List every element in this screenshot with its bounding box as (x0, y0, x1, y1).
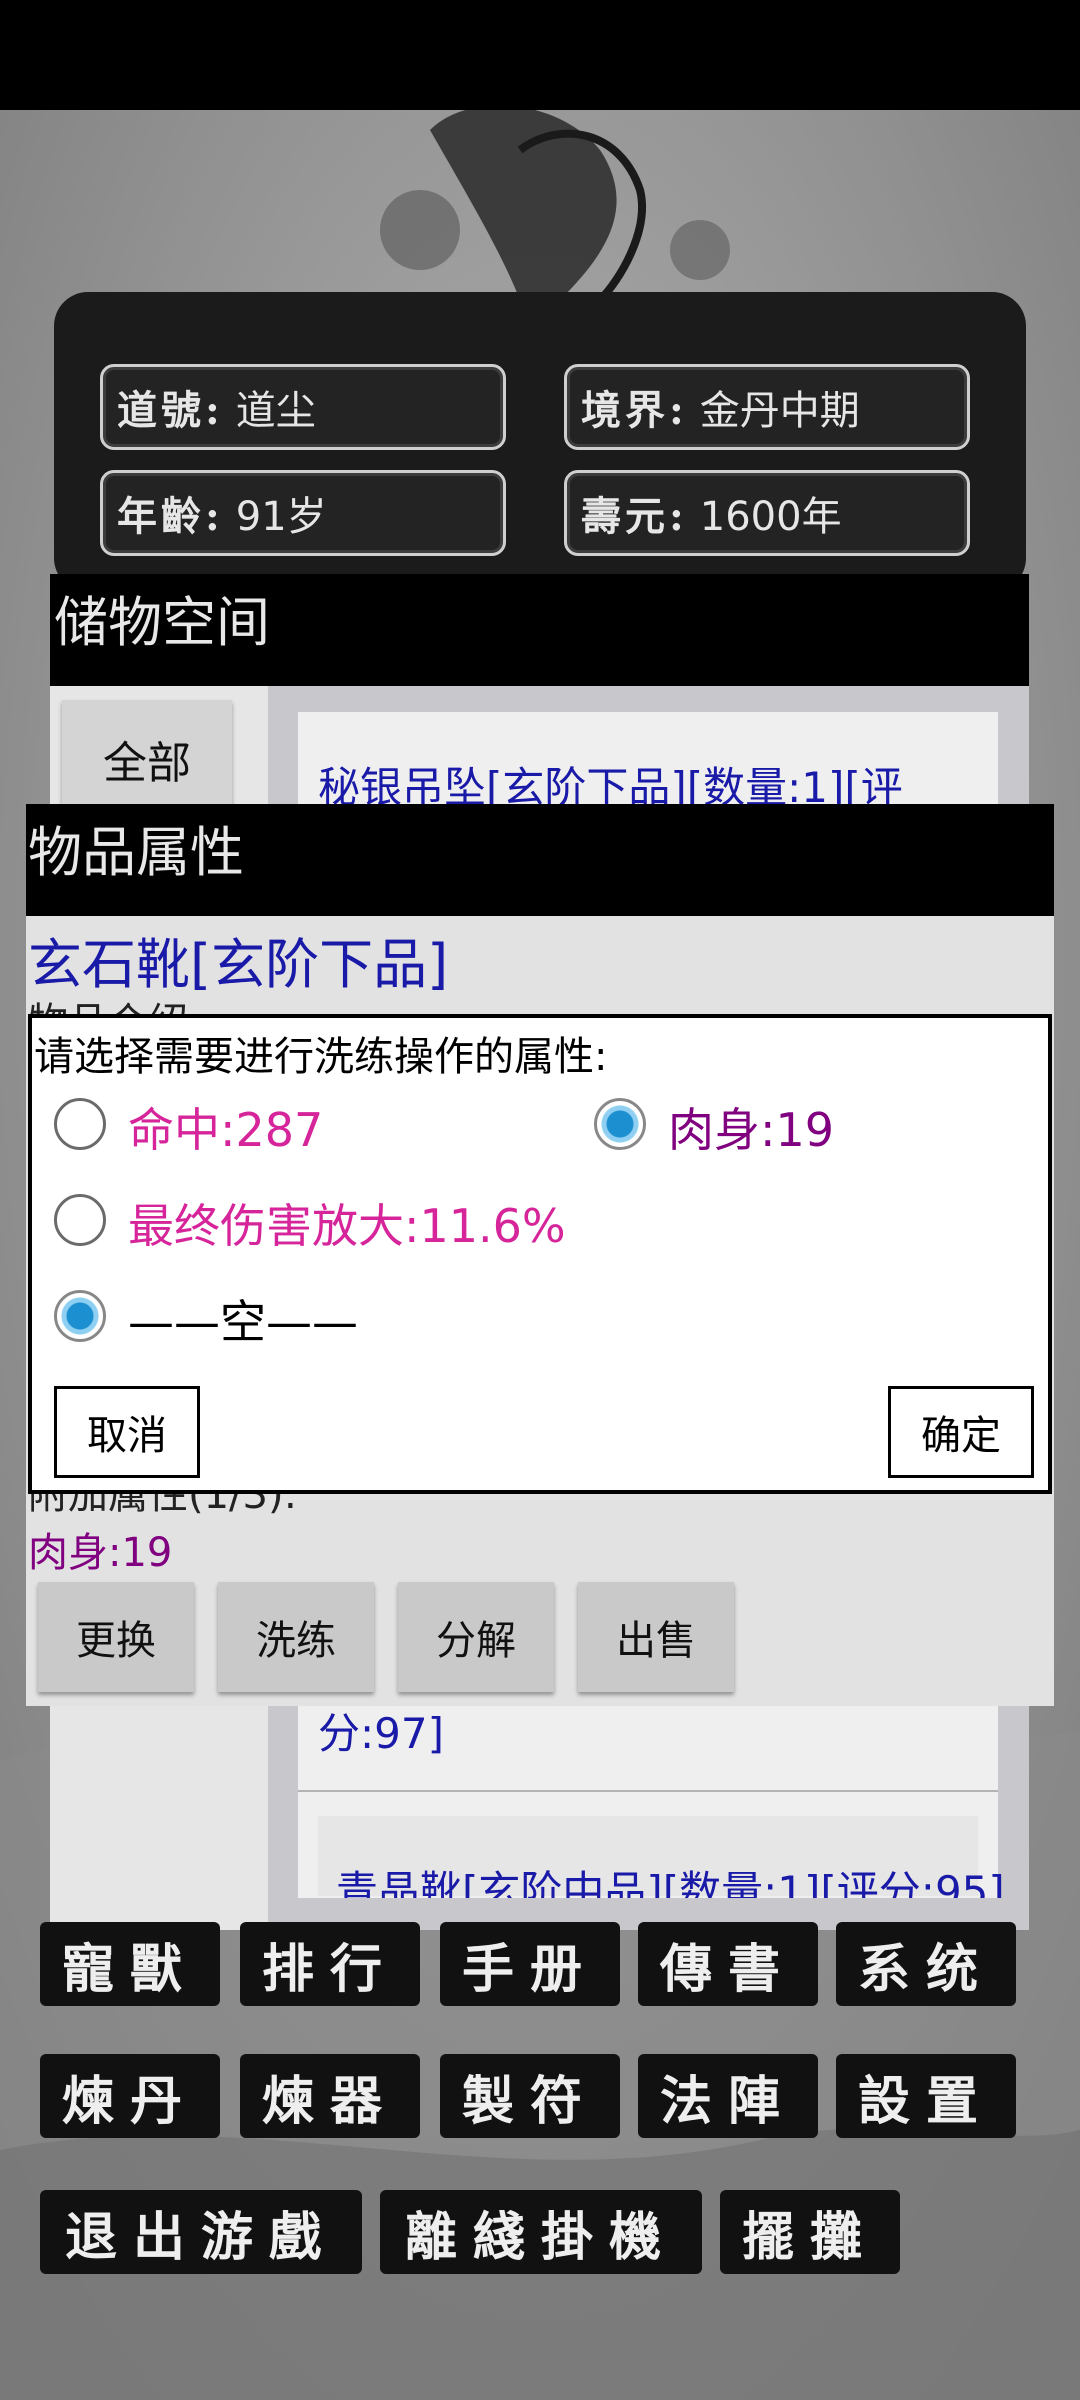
menu-talisman-button[interactable]: 製符 (440, 2054, 620, 2138)
menu-mail-button[interactable]: 傳書 (638, 1922, 818, 2006)
menu-formation-button[interactable]: 法陣 (638, 2054, 818, 2138)
option-final-damage-label[interactable]: 最终伤害放大:11.6% (128, 1190, 566, 1256)
item-attr-title: 物品属性 (28, 821, 244, 884)
storage-tab-all[interactable]: 全部 (62, 700, 232, 818)
menu-offline-idle-button[interactable]: 離綫掛機 (380, 2190, 702, 2274)
option-hit-label[interactable]: 命中:287 (128, 1094, 323, 1160)
confirm-button[interactable]: 确定 (888, 1386, 1034, 1478)
storage-item-line[interactable]: 青晶靴[玄阶中品][数量:1][评分:95] (336, 1858, 1005, 1898)
menu-stall-button[interactable]: 擺攤 (720, 2190, 900, 2274)
lifespan-label: 壽元: (581, 493, 688, 540)
realm-value: 金丹中期 (699, 388, 860, 434)
menu-alchemy-button[interactable]: 煉丹 (40, 2054, 220, 2138)
option-final-damage-radio[interactable] (54, 1194, 106, 1246)
item-name: 玄石靴[玄阶下品] (28, 933, 449, 996)
item-extra-attr-value: 肉身:19 (28, 1530, 173, 1576)
age-field: 年齡: 91岁 (100, 470, 506, 556)
menu-settings-button[interactable]: 設置 (836, 2054, 1016, 2138)
dao-name-value: 道尘 (235, 388, 316, 434)
cancel-button[interactable]: 取消 (54, 1386, 200, 1478)
replace-button[interactable]: 更换 (38, 1582, 194, 1692)
dao-name-field: 道號: 道尘 (100, 364, 506, 450)
lifespan-value: 1600年 (699, 494, 842, 540)
realm-label: 境界: (581, 387, 688, 434)
realm-field: 境界: 金丹中期 (564, 364, 970, 450)
refine-button[interactable]: 洗练 (218, 1582, 374, 1692)
menu-exit-game-button[interactable]: 退出游戲 (40, 2190, 362, 2274)
profile-card: 道號: 道尘 境界: 金丹中期 年齡: 91岁 壽元: 1600年 (54, 292, 1026, 592)
decompose-button[interactable]: 分解 (398, 1582, 554, 1692)
storage-item-line[interactable]: 分:97] (318, 1700, 444, 1761)
option-empty-label[interactable]: ——空—— (128, 1286, 358, 1352)
age-label: 年齡: (117, 493, 224, 540)
storage-title: 储物空间 (54, 591, 270, 654)
status-bar (0, 0, 1080, 110)
menu-ranking-button[interactable]: 排行 (240, 1922, 420, 2006)
option-body-radio[interactable] (594, 1098, 646, 1150)
menu-forge-button[interactable]: 煉器 (240, 2054, 420, 2138)
option-hit-radio[interactable] (54, 1098, 106, 1150)
sell-button[interactable]: 出售 (578, 1582, 734, 1692)
menu-pets-button[interactable]: 寵獸 (40, 1922, 220, 2006)
menu-manual-button[interactable]: 手册 (440, 1922, 620, 2006)
age-value: 91岁 (235, 494, 327, 540)
option-empty-radio[interactable] (54, 1290, 106, 1342)
dao-name-label: 道號: (117, 387, 224, 434)
dialog-prompt: 请选择需要进行洗练操作的属性: (34, 1034, 608, 1080)
lifespan-field: 壽元: 1600年 (564, 470, 970, 556)
list-divider (298, 1790, 998, 1792)
menu-system-button[interactable]: 系统 (836, 1922, 1016, 2006)
option-body-label[interactable]: 肉身:19 (668, 1094, 834, 1160)
